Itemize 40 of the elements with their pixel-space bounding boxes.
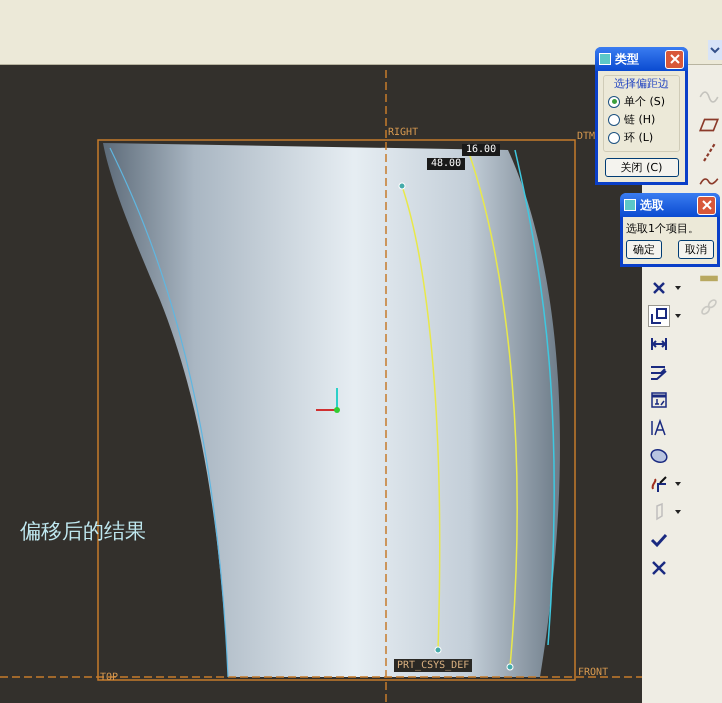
radio-button[interactable] bbox=[608, 132, 620, 144]
close-button[interactable] bbox=[665, 50, 684, 68]
close-icon bbox=[670, 54, 680, 64]
curve-endpoint bbox=[434, 646, 442, 654]
copy-icon bbox=[649, 306, 669, 326]
datum-label: DTM bbox=[577, 131, 596, 142]
ellipse-icon bbox=[649, 446, 669, 466]
dialog-button[interactable]: 取消 bbox=[678, 240, 714, 259]
copy-tool-button[interactable] bbox=[648, 305, 670, 327]
note-icon bbox=[649, 390, 669, 410]
close-button[interactable] bbox=[697, 196, 716, 214]
radio-button[interactable] bbox=[608, 96, 620, 108]
curve-endpoint bbox=[506, 664, 514, 670]
caret-icon[interactable] bbox=[675, 314, 681, 318]
radio-option[interactable]: 单个 (S) bbox=[608, 94, 675, 109]
window-icon bbox=[624, 199, 636, 211]
coordinate-system-label: PRT_CSYS_DEF bbox=[394, 659, 472, 672]
close-icon bbox=[702, 200, 712, 210]
datum-label: FRONT bbox=[578, 667, 608, 678]
caret-icon[interactable] bbox=[675, 482, 681, 486]
group-label: 选择偏距边 bbox=[613, 76, 670, 91]
chevron-icon bbox=[709, 45, 721, 55]
curve-endpoint bbox=[398, 182, 406, 190]
radio-option[interactable]: 环 (L) bbox=[608, 130, 675, 145]
dialog-title: 选取 bbox=[640, 196, 665, 214]
datum-label: TOP bbox=[100, 672, 118, 683]
dialog-button[interactable]: 确定 bbox=[626, 240, 662, 259]
dimension-label: 16.00 bbox=[462, 144, 500, 156]
coordinate-axes-icon bbox=[316, 388, 340, 413]
scroll-button[interactable] bbox=[708, 40, 722, 60]
window-icon bbox=[599, 53, 611, 65]
dimension-label: 48.00 bbox=[427, 158, 466, 170]
selection-message: 选取1个项目。 bbox=[626, 221, 700, 236]
dialog-title: 类型 bbox=[615, 50, 640, 68]
radio-option[interactable]: 链 (H) bbox=[608, 112, 675, 127]
datum-label: RIGHT bbox=[388, 127, 418, 138]
caret-icon[interactable] bbox=[675, 286, 681, 290]
close-dialog-button[interactable]: 关闭 (C) bbox=[604, 158, 678, 177]
radio-button[interactable] bbox=[608, 114, 620, 126]
sketch-icon bbox=[649, 474, 669, 494]
